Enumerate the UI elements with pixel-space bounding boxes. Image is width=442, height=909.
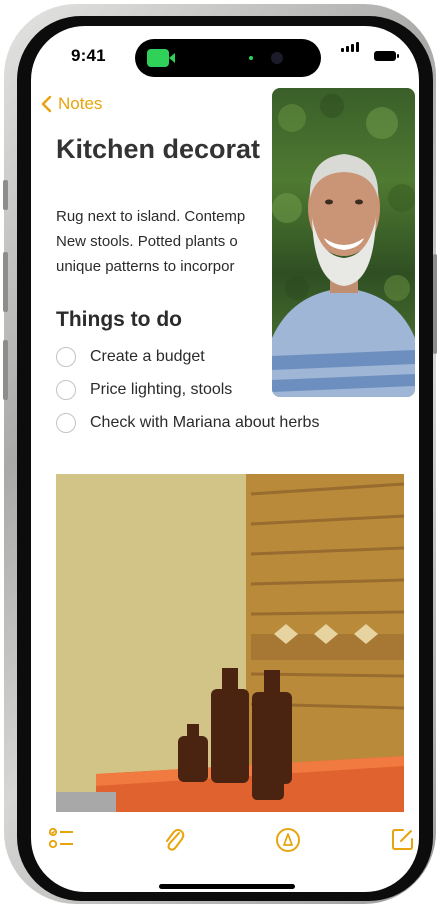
back-label: Notes [58, 94, 103, 113]
note-photo-attachment[interactable] [56, 474, 404, 812]
section-heading: Things to do [56, 308, 182, 331]
markup-pen-icon[interactable] [275, 827, 301, 853]
body-line: New stools. Potted plants o [56, 233, 238, 250]
volume-up-button [3, 252, 8, 312]
chevron-left-icon [41, 95, 52, 113]
home-indicator[interactable] [159, 884, 295, 889]
status-time: 9:41 [71, 46, 106, 65]
facetime-video-icon [147, 49, 175, 67]
kitchen-photo-image [56, 474, 404, 812]
volume-down-button [3, 340, 8, 400]
back-button[interactable]: Notes [41, 94, 102, 114]
checklist-item[interactable]: Create a budget [56, 347, 205, 367]
screen: 9:41 Notes Kitchen decorat Rug next to i… [31, 26, 419, 892]
checklist-item-label: Check with Mariana about herbs [90, 414, 320, 431]
note-title[interactable]: Kitchen decorat [56, 134, 260, 165]
side-button [433, 254, 437, 354]
checkbox-circle[interactable] [56, 380, 76, 400]
body-line: unique patterns to incorpor [56, 258, 235, 275]
checklist-item[interactable]: Price lighting, stools [56, 380, 232, 400]
camera-in-use-indicator [249, 56, 253, 60]
checklist-item[interactable]: Check with Mariana about herbs [56, 413, 319, 433]
checklist-item-label: Create a budget [90, 348, 205, 365]
caller-video-image [272, 94, 415, 397]
checklist-item-label: Price lighting, stools [90, 381, 233, 398]
front-camera-lens [271, 52, 283, 64]
body-line: Rug next to island. Contemp [56, 208, 246, 225]
phone-frame: 9:41 Notes Kitchen decorat Rug next to i… [3, 4, 437, 904]
note-body[interactable]: Rug next to island. Contemp New stools. … [56, 204, 245, 279]
battery-icon [374, 51, 399, 61]
compose-icon[interactable] [391, 827, 415, 851]
checklist-icon[interactable] [49, 827, 75, 851]
checkbox-circle[interactable] [56, 413, 76, 433]
checkbox-circle[interactable] [56, 347, 76, 367]
dynamic-island[interactable] [135, 39, 321, 77]
facetime-pip-video[interactable] [272, 88, 415, 397]
paperclip-icon[interactable] [163, 827, 185, 853]
action-button [3, 180, 8, 210]
